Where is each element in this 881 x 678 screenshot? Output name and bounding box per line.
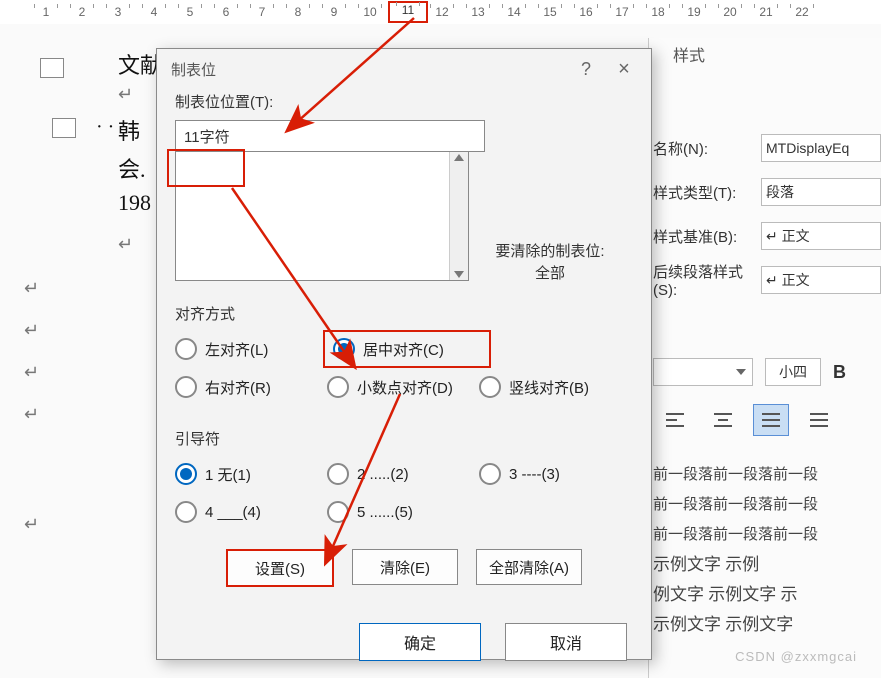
ruler-tick: 3 bbox=[100, 5, 136, 19]
ok-button[interactable]: 确定 bbox=[359, 623, 481, 661]
leader-4-radio[interactable]: 4 ___(4) bbox=[175, 493, 327, 531]
ruler-tick: 11 bbox=[388, 1, 428, 23]
align-center-radio[interactable]: 居中对齐(C) bbox=[323, 330, 491, 368]
doc-text: 会. bbox=[118, 152, 146, 184]
outline-handle[interactable] bbox=[40, 58, 64, 78]
alignment-group: 左对齐(L) 居中对齐(C) 右对齐(R) 小数点对齐(D) 竖线对齐(B) bbox=[175, 330, 633, 406]
ruler-tick: 13 bbox=[460, 5, 496, 19]
align-bar-radio[interactable]: 竖线对齐(B) bbox=[479, 368, 631, 406]
ruler-tick: 22 bbox=[784, 5, 820, 19]
ruler-tick: 17 bbox=[604, 5, 640, 19]
alignment-title: 对齐方式 bbox=[175, 303, 633, 324]
default-clear: 要清除的制表位: 全部 bbox=[485, 241, 615, 285]
annotation-box bbox=[167, 149, 245, 187]
align-left-radio[interactable]: 左对齐(L) bbox=[175, 330, 327, 368]
ruler-tick: 1 bbox=[28, 5, 64, 19]
dialog-titlebar[interactable]: 制表位 ? × bbox=[157, 49, 651, 89]
base-label: 样式基准(B): bbox=[649, 226, 761, 247]
name-field[interactable]: MTDisplayEq bbox=[761, 134, 881, 162]
align-center-button[interactable] bbox=[705, 404, 741, 436]
set-button[interactable]: 设置(S) bbox=[226, 549, 334, 587]
default-clear-label: 要清除的制表位: bbox=[485, 241, 615, 263]
ruler-tick: 10 bbox=[352, 5, 388, 19]
ruler-tick: 9 bbox=[316, 5, 352, 19]
ruler-tick: 20 bbox=[712, 5, 748, 19]
leader-5-radio[interactable]: 5 ......(5) bbox=[327, 493, 479, 531]
scrollbar[interactable] bbox=[449, 152, 468, 280]
name-label: 名称(N): bbox=[649, 138, 761, 159]
doc-text: · · bbox=[96, 116, 114, 139]
ruler-tick: 21 bbox=[748, 5, 784, 19]
clear-button[interactable]: 清除(E) bbox=[352, 549, 458, 585]
align-toolbar bbox=[657, 404, 881, 436]
paragraph-mark-icon: ↵ bbox=[118, 84, 133, 105]
align-distribute-button[interactable] bbox=[801, 404, 837, 436]
para-field[interactable]: ↵ 正文 bbox=[761, 266, 881, 294]
type-field[interactable]: 段落 bbox=[761, 178, 881, 206]
ruler-tick: 12 bbox=[424, 5, 460, 19]
style-panel: 样式 名称(N):MTDisplayEq 样式类型(T):段落 样式基准(B):… bbox=[648, 38, 881, 678]
doc-text: 198 bbox=[118, 190, 151, 216]
dialog-title: 制表位 bbox=[171, 59, 216, 80]
panel-header: 样式 bbox=[649, 42, 881, 70]
ruler-tick: 15 bbox=[532, 5, 568, 19]
ruler-tick: 7 bbox=[244, 5, 280, 19]
align-decimal-radio[interactable]: 小数点对齐(D) bbox=[327, 368, 479, 406]
paragraph-mark-icon: ↵ bbox=[24, 320, 39, 341]
help-icon[interactable]: ? bbox=[567, 54, 605, 84]
cancel-button[interactable]: 取消 bbox=[505, 623, 627, 661]
tab-position-input[interactable]: 11字符 bbox=[175, 120, 485, 152]
font-size-field[interactable]: 小四 bbox=[765, 358, 821, 386]
base-field[interactable]: ↵ 正文 bbox=[761, 222, 881, 250]
type-label: 样式类型(T): bbox=[649, 182, 761, 203]
scroll-down-icon[interactable] bbox=[454, 271, 464, 278]
ruler-tick: 4 bbox=[136, 5, 172, 19]
clear-all-button[interactable]: 全部清除(A) bbox=[476, 549, 582, 585]
ruler-tick: 19 bbox=[676, 5, 712, 19]
doc-text: 韩 bbox=[118, 114, 140, 146]
ruler-tick: 16 bbox=[568, 5, 604, 19]
leader-1-radio[interactable]: 1 无(1) bbox=[175, 455, 327, 493]
paragraph-mark-icon: ↵ bbox=[24, 278, 39, 299]
outline-handle[interactable] bbox=[52, 118, 76, 138]
bold-button[interactable]: B bbox=[833, 362, 846, 383]
align-justify-button[interactable] bbox=[753, 404, 789, 436]
scroll-up-icon[interactable] bbox=[454, 154, 464, 161]
paragraph-mark-icon: ↵ bbox=[24, 404, 39, 425]
font-dropdown[interactable] bbox=[653, 358, 753, 386]
ruler-tick: 5 bbox=[172, 5, 208, 19]
tabs-dialog: 制表位 ? × 制表位位置(T): 11字符 要清除的制表位: 全部 对齐方式 … bbox=[156, 48, 652, 660]
close-icon[interactable]: × bbox=[605, 54, 643, 84]
leader-2-radio[interactable]: 2 .....(2) bbox=[327, 455, 479, 493]
leader-3-radio[interactable]: 3 ----(3) bbox=[479, 455, 631, 493]
paragraph-mark-icon: ↵ bbox=[24, 362, 39, 383]
leader-title: 引导符 bbox=[175, 428, 633, 449]
align-left-button[interactable] bbox=[657, 404, 693, 436]
paragraph-mark-icon: ↵ bbox=[118, 234, 133, 255]
ruler-tick: 6 bbox=[208, 5, 244, 19]
ruler[interactable]: 12345678910111213141516171819202122 bbox=[0, 0, 881, 25]
style-preview: 前一段落前一段落前一段 前一段落前一段落前一段 前一段落前一段落前一段 示例文字… bbox=[649, 460, 881, 640]
ruler-tick: 2 bbox=[64, 5, 100, 19]
default-clear-value: 全部 bbox=[485, 263, 615, 285]
watermark: CSDN @zxxmgcai bbox=[735, 649, 857, 664]
paragraph-mark-icon: ↵ bbox=[24, 514, 39, 535]
chevron-down-icon bbox=[736, 369, 746, 375]
ruler-tick: 14 bbox=[496, 5, 532, 19]
leader-group: 1 无(1) 2 .....(2) 3 ----(3) 4 ___(4) 5 .… bbox=[175, 455, 633, 531]
align-right-radio[interactable]: 右对齐(R) bbox=[175, 368, 327, 406]
tab-position-label: 制表位位置(T): bbox=[175, 91, 633, 112]
ruler-tick: 8 bbox=[280, 5, 316, 19]
tab-position-value: 11字符 bbox=[184, 126, 230, 147]
ruler-tick: 18 bbox=[640, 5, 676, 19]
para-label: 后续段落样式(S): bbox=[649, 261, 761, 299]
